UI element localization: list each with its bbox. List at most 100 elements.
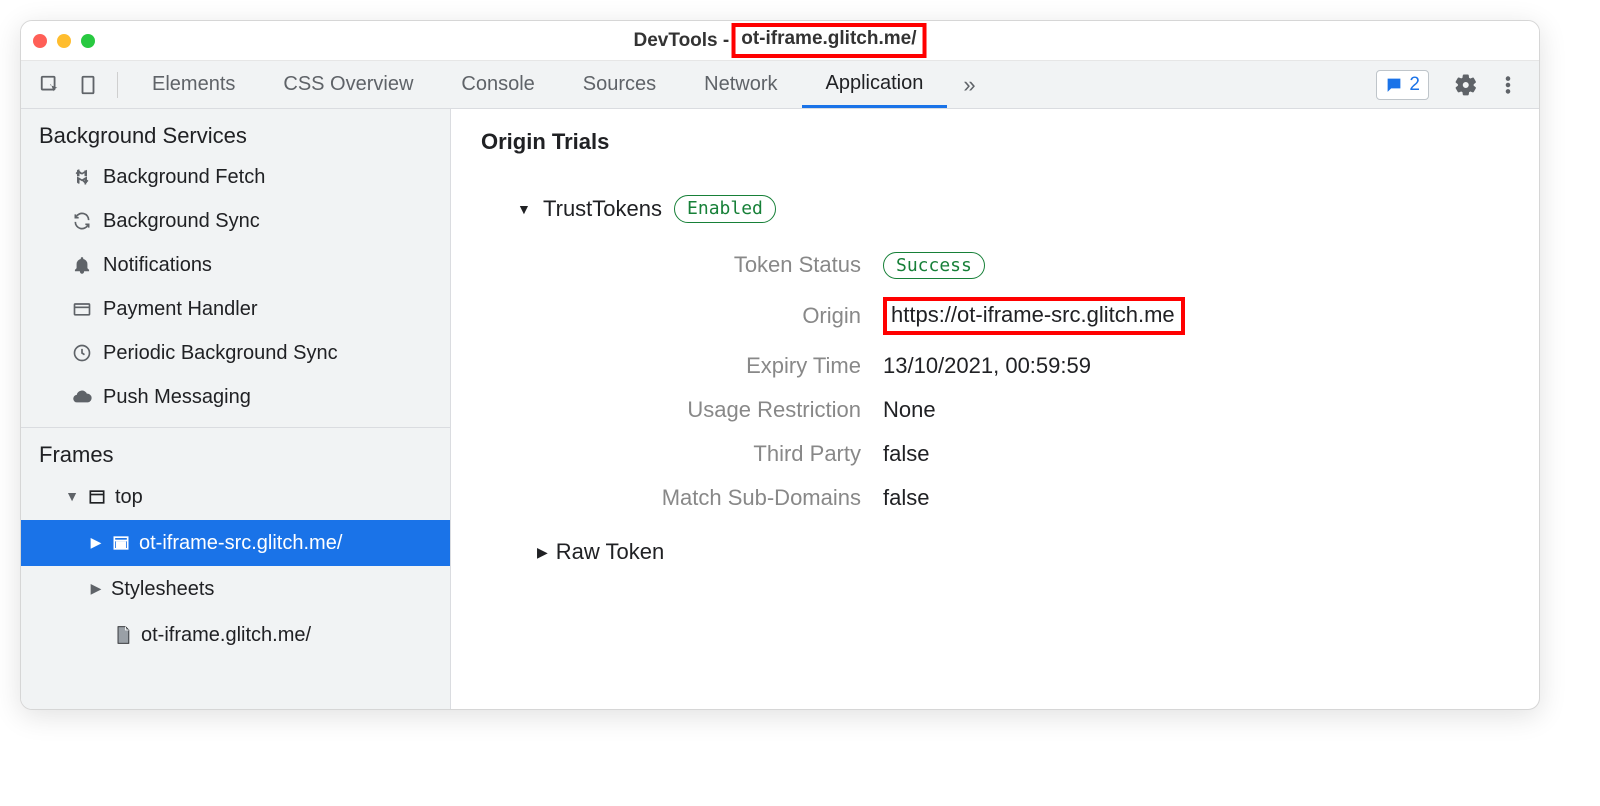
sidebar-item-label: Push Messaging: [103, 381, 251, 413]
frame-stylesheets[interactable]: ▶ Stylesheets: [21, 566, 450, 612]
tab-css-overview[interactable]: CSS Overview: [259, 61, 437, 108]
sidebar-item-label: Payment Handler: [103, 293, 258, 325]
row-origin: Origin https://ot-iframe-src.glitch.me: [561, 297, 1509, 335]
sidebar-item-periodic-sync[interactable]: Periodic Background Sync: [21, 331, 450, 375]
iframe-icon: [111, 533, 131, 553]
cloud-icon: [71, 386, 93, 408]
field-key: Third Party: [561, 441, 861, 467]
row-usage: Usage Restriction None: [561, 397, 1509, 423]
trial-details: Token Status Success Origin https://ot-i…: [561, 251, 1509, 512]
gear-icon: [1454, 73, 1478, 97]
message-icon: [1385, 76, 1403, 94]
sidebar-item-notifications[interactable]: Notifications: [21, 243, 450, 287]
field-key: Match Sub-Domains: [561, 485, 861, 511]
sidebar-item-label: Background Sync: [103, 205, 260, 237]
fetch-icon: [71, 166, 93, 188]
chevron-right-icon: ▶: [89, 531, 103, 555]
frame-document[interactable]: ot-iframe.glitch.me/: [21, 612, 450, 658]
issues-count: 2: [1409, 74, 1420, 96]
field-value: false: [883, 485, 929, 511]
panel-body: Background Services Background Fetch Bac…: [21, 109, 1539, 709]
inspect-element-icon[interactable]: [31, 66, 69, 104]
traffic-lights: [33, 34, 95, 48]
chevron-right-icon: ▶: [537, 544, 548, 561]
field-key: Usage Restriction: [561, 397, 861, 423]
chevron-right-icon: ▶: [89, 577, 103, 601]
raw-token-label: Raw Token: [556, 539, 664, 565]
tab-elements[interactable]: Elements: [128, 61, 259, 108]
frame-label: ot-iframe.glitch.me/: [141, 618, 311, 652]
tab-label: Network: [704, 73, 777, 96]
close-window-button[interactable]: [33, 34, 47, 48]
tab-label: Elements: [152, 73, 235, 96]
token-status-badge: Success: [883, 252, 985, 280]
sidebar-item-label: Periodic Background Sync: [103, 337, 338, 369]
panel-heading: Origin Trials: [481, 129, 1509, 155]
title-bar: DevTools - ot-iframe.glitch.me/: [21, 21, 1539, 61]
tab-console[interactable]: Console: [437, 61, 558, 108]
tab-network[interactable]: Network: [680, 61, 801, 108]
sidebar-item-payment-handler[interactable]: Payment Handler: [21, 287, 450, 331]
field-value: None: [883, 397, 936, 423]
chevron-right-icon: »: [963, 72, 975, 98]
bell-icon: [71, 254, 93, 276]
tab-label: Application: [826, 72, 924, 95]
settings-button[interactable]: [1449, 68, 1483, 102]
frame-label: top: [115, 480, 143, 514]
raw-token-toggle[interactable]: ▶ Raw Token: [537, 539, 1509, 565]
row-token-status: Token Status Success: [561, 251, 1509, 280]
tab-label: Console: [461, 73, 534, 96]
chevron-down-icon: ▼: [65, 485, 79, 509]
chevron-down-icon: ▼: [517, 201, 531, 217]
document-icon: [113, 625, 133, 645]
section-background-services: Background Services: [21, 109, 450, 155]
frame-iframe-src[interactable]: ▶ ot-iframe-src.glitch.me/: [21, 520, 450, 566]
origin-trials-panel: Origin Trials ▼ TrustTokens Enabled Toke…: [451, 109, 1539, 709]
more-tabs-button[interactable]: »: [947, 61, 991, 108]
issues-button[interactable]: 2: [1376, 70, 1429, 100]
field-key: Token Status: [561, 252, 861, 278]
kebab-icon: [1497, 74, 1519, 96]
field-key: Expiry Time: [561, 353, 861, 379]
sidebar-divider: [21, 427, 450, 428]
window-icon: [87, 487, 107, 507]
field-value-origin: https://ot-iframe-src.glitch.me: [883, 297, 1185, 335]
more-menu-button[interactable]: [1491, 68, 1525, 102]
tab-label: CSS Overview: [283, 73, 413, 96]
sidebar-item-label: Background Fetch: [103, 161, 265, 193]
device-toggle-icon[interactable]: [69, 66, 107, 104]
frame-top[interactable]: ▼ top: [21, 474, 450, 520]
toolbar-separator: [117, 72, 118, 98]
trial-status-badge: Enabled: [674, 195, 776, 223]
field-value: Success: [883, 251, 985, 280]
card-icon: [71, 298, 93, 320]
sidebar-item-background-sync[interactable]: Background Sync: [21, 199, 450, 243]
maximize-window-button[interactable]: [81, 34, 95, 48]
row-third-party: Third Party false: [561, 441, 1509, 467]
window-title: DevTools - ot-iframe.glitch.me/: [634, 23, 927, 58]
sidebar-item-push-messaging[interactable]: Push Messaging: [21, 375, 450, 419]
field-key: Origin: [561, 303, 861, 329]
field-value: false: [883, 441, 929, 467]
frame-label: ot-iframe-src.glitch.me/: [139, 526, 342, 560]
sidebar-item-background-fetch[interactable]: Background Fetch: [21, 155, 450, 199]
trial-header[interactable]: ▼ TrustTokens Enabled: [517, 195, 1509, 223]
sync-icon: [71, 210, 93, 232]
trial-name: TrustTokens: [543, 196, 662, 222]
section-frames: Frames: [21, 436, 450, 474]
devtools-window: DevTools - ot-iframe.glitch.me/ Elements…: [20, 20, 1540, 710]
window-title-prefix: DevTools -: [634, 30, 730, 52]
devtools-toolbar: Elements CSS Overview Console Sources Ne…: [21, 61, 1539, 109]
frame-label: Stylesheets: [111, 572, 214, 606]
row-expiry: Expiry Time 13/10/2021, 00:59:59: [561, 353, 1509, 379]
clock-icon: [71, 342, 93, 364]
row-match-sub: Match Sub-Domains false: [561, 485, 1509, 511]
tab-application[interactable]: Application: [802, 61, 948, 108]
panel-tabs: Elements CSS Overview Console Sources Ne…: [128, 61, 992, 108]
window-title-url: ot-iframe.glitch.me/: [731, 23, 926, 58]
application-sidebar: Background Services Background Fetch Bac…: [21, 109, 451, 709]
tab-label: Sources: [583, 73, 656, 96]
minimize-window-button[interactable]: [57, 34, 71, 48]
tab-sources[interactable]: Sources: [559, 61, 680, 108]
sidebar-item-label: Notifications: [103, 249, 212, 281]
